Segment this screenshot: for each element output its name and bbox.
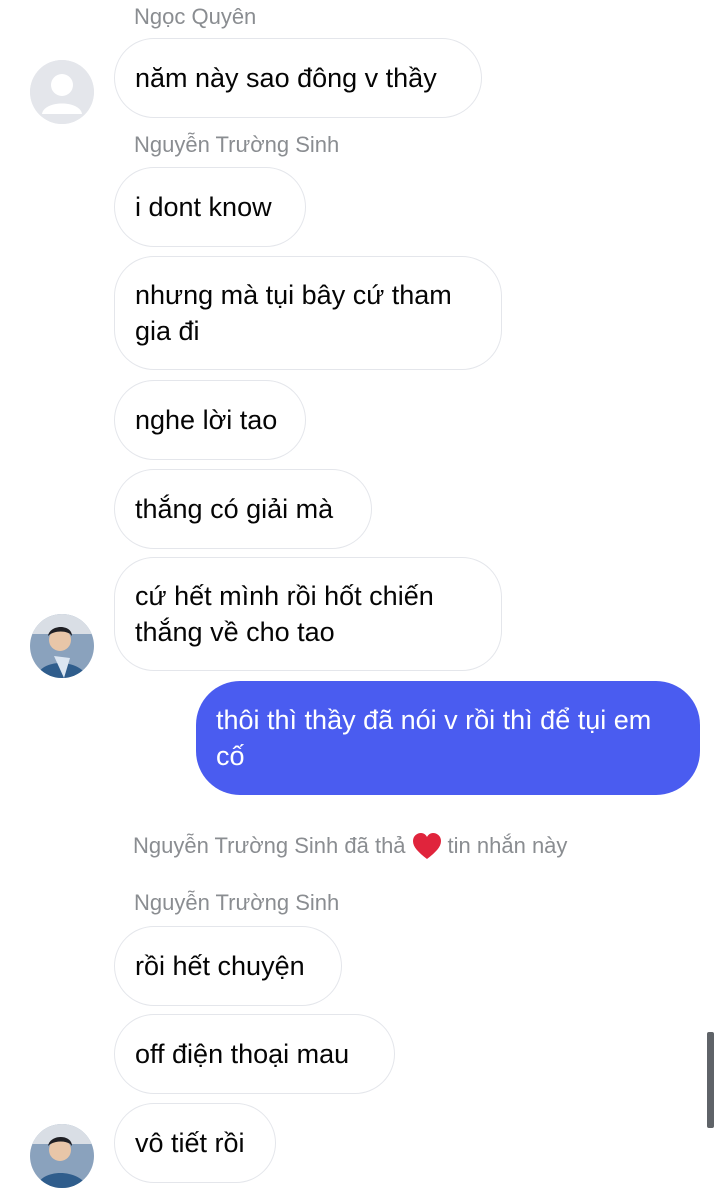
- scrollbar-thumb[interactable]: [707, 1032, 714, 1128]
- sender-name: Ngọc Quyên: [134, 4, 257, 29]
- default-avatar-icon: [30, 60, 94, 124]
- heart-icon: [412, 833, 441, 859]
- message-text: cứ hết mình rồi hốt chiến thắng về cho t…: [135, 581, 434, 647]
- message-bubble[interactable]: off điện thoại mau: [114, 1014, 395, 1094]
- message-text: thắng có giải mà: [135, 494, 334, 524]
- message-text: i dont know: [135, 192, 272, 222]
- avatar[interactable]: [30, 1124, 94, 1188]
- message-bubble[interactable]: vô tiết rồi: [114, 1103, 276, 1183]
- message-text: off điện thoại mau: [135, 1039, 350, 1069]
- reaction-notice: Nguyễn Trường Sinh đã thả tin nhắn này: [133, 832, 567, 860]
- message-bubble[interactable]: rồi hết chuyện: [114, 926, 342, 1006]
- user-photo-icon: [30, 614, 94, 678]
- message-bubble[interactable]: nhưng mà tụi bây cứ tham gia đi: [114, 256, 502, 370]
- message-text: vô tiết rồi: [135, 1128, 245, 1158]
- message-text: nhưng mà tụi bây cứ tham gia đi: [135, 280, 452, 346]
- sender-name: Nguyễn Trường Sinh: [134, 132, 340, 157]
- user-photo-icon: [30, 1124, 94, 1188]
- avatar-placeholder[interactable]: [30, 60, 94, 124]
- message-text: rồi hết chuyện: [135, 951, 305, 981]
- sent-message-bubble[interactable]: thôi thì thầy đã nói v rồi thì để tụi em…: [196, 681, 700, 795]
- message-bubble[interactable]: cứ hết mình rồi hốt chiến thắng về cho t…: [114, 557, 502, 671]
- message-bubble[interactable]: nghe lời tao: [114, 380, 306, 460]
- message-bubble[interactable]: năm này sao đông v thầy: [114, 38, 482, 118]
- message-bubble[interactable]: i dont know: [114, 167, 306, 247]
- message-bubble[interactable]: thắng có giải mà: [114, 469, 372, 549]
- reaction-text-suffix: tin nhắn này: [447, 833, 568, 858]
- message-text: năm này sao đông v thầy: [135, 63, 437, 93]
- sender-name: Nguyễn Trường Sinh: [134, 890, 340, 915]
- reaction-text-prefix: Nguyễn Trường Sinh đã thả: [133, 833, 406, 858]
- message-text: thôi thì thầy đã nói v rồi thì để tụi em…: [216, 705, 652, 771]
- message-text: nghe lời tao: [135, 405, 278, 435]
- avatar[interactable]: [30, 614, 94, 678]
